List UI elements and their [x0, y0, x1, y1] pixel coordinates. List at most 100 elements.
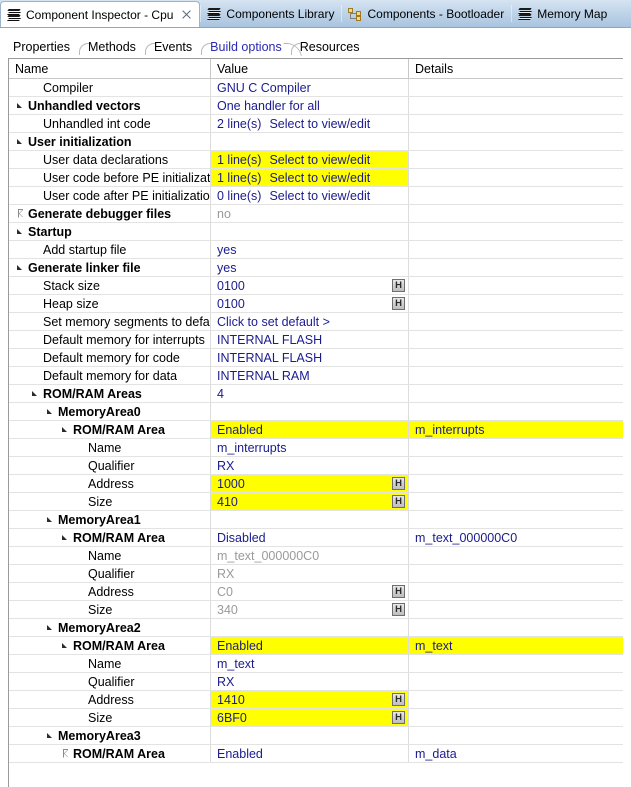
tree-row-value-cell[interactable]: m_text — [211, 655, 409, 672]
tree-row-name-cell[interactable]: Default memory for code — [9, 349, 211, 366]
hex-format-button[interactable]: H — [392, 711, 405, 724]
tree-row-name-cell[interactable]: Address — [9, 475, 211, 492]
tree-row-value-cell[interactable]: 1 line(s) Select to view/edit — [211, 169, 409, 186]
expand-arrow-open-icon[interactable] — [60, 637, 73, 654]
tree-row-name-cell[interactable]: Default memory for data — [9, 367, 211, 384]
expand-arrow-open-icon[interactable] — [15, 97, 28, 114]
tree-row[interactable]: Name m_interrupts — [9, 439, 623, 457]
expand-arrow-open-icon[interactable] — [45, 727, 58, 744]
tree-row[interactable]: ROM/RAM Area Enabled m_text — [9, 637, 623, 655]
tree-row[interactable]: Qualifier RX — [9, 457, 623, 475]
tree-row-name-cell[interactable]: Name — [9, 547, 211, 564]
tree-row-value-cell[interactable]: m_interrupts — [211, 439, 409, 456]
column-header-name[interactable]: Name — [9, 59, 211, 78]
expand-arrow-open-icon[interactable] — [30, 385, 43, 402]
tree-row-value-cell[interactable] — [211, 619, 409, 636]
tree-row-name-cell[interactable]: MemoryArea2 — [9, 619, 211, 636]
tree-row-name-cell[interactable]: Generate linker file — [9, 259, 211, 276]
hex-format-button[interactable]: H — [392, 495, 405, 508]
tree-row-value-cell[interactable]: INTERNAL FLASH — [211, 331, 409, 348]
tree-row-name-cell[interactable]: Compiler — [9, 79, 211, 96]
tree-row-value-cell[interactable]: Enabled — [211, 421, 409, 438]
tree-row[interactable]: Name m_text_000000C0 — [9, 547, 623, 565]
tree-row[interactable]: User code after PE initializatio 0 line(s… — [9, 187, 623, 205]
tree-row-name-cell[interactable]: ROM/RAM Area — [9, 529, 211, 546]
tree-row-value-cell[interactable] — [211, 403, 409, 420]
tree-row-name-cell[interactable]: Address — [9, 691, 211, 708]
expand-arrow-open-icon[interactable] — [15, 133, 28, 150]
tree-row-name-cell[interactable]: Heap size — [9, 295, 211, 312]
tree-row-name-cell[interactable]: ROM/RAM Area — [9, 637, 211, 654]
tree-row-value-cell[interactable]: 6BF0 H — [211, 709, 409, 726]
tree-row-value-cell[interactable]: 1 line(s) Select to view/edit — [211, 151, 409, 168]
expand-arrow-open-icon[interactable] — [15, 259, 28, 276]
column-header-value[interactable]: Value — [211, 59, 409, 78]
tree-row-name-cell[interactable]: User code after PE initializatio — [9, 187, 211, 204]
expand-arrow-closed-icon[interactable] — [15, 205, 28, 222]
editor-tab-memory-map[interactable]: Memory Map — [512, 0, 614, 27]
hex-format-button[interactable]: H — [392, 477, 405, 490]
expand-arrow-open-icon[interactable] — [45, 619, 58, 636]
tree-row[interactable]: Unhandled int code 2 line(s) Select to vie… — [9, 115, 623, 133]
tree-row-value-cell[interactable]: C0 H — [211, 583, 409, 600]
tree-row-name-cell[interactable]: Default memory for interrupts — [9, 331, 211, 348]
tree-row-name-cell[interactable]: Startup — [9, 223, 211, 240]
tree-row-value-cell[interactable]: RX — [211, 565, 409, 582]
hex-format-button[interactable]: H — [392, 603, 405, 616]
tree-row[interactable]: Add startup file yes — [9, 241, 623, 259]
tree-row[interactable]: MemoryArea3 — [9, 727, 623, 745]
hex-format-button[interactable]: H — [392, 279, 405, 292]
tree-row-name-cell[interactable]: ROM/RAM Areas — [9, 385, 211, 402]
tree-row-name-cell[interactable]: ROM/RAM Area — [9, 745, 211, 762]
select-to-view-edit-link[interactable]: Select to view/edit — [269, 171, 370, 185]
tree-row[interactable]: Address 1000 H — [9, 475, 623, 493]
tree-row-name-cell[interactable]: MemoryArea1 — [9, 511, 211, 528]
expand-arrow-open-icon[interactable] — [60, 421, 73, 438]
tree-row-name-cell[interactable]: Qualifier — [9, 565, 211, 582]
tree-row[interactable]: Address C0 H — [9, 583, 623, 601]
tree-row-value-cell[interactable]: Disabled — [211, 529, 409, 546]
expand-arrow-open-icon[interactable] — [45, 511, 58, 528]
tree-row-value-cell[interactable] — [211, 133, 409, 150]
tree-row-value-cell[interactable]: Enabled — [211, 637, 409, 654]
tree-row-name-cell[interactable]: MemoryArea0 — [9, 403, 211, 420]
tree-row-value-cell[interactable]: 0100 H — [211, 277, 409, 294]
expand-arrow-open-icon[interactable] — [45, 403, 58, 420]
tree-row[interactable]: Stack size 0100 H — [9, 277, 623, 295]
tree-row-name-cell[interactable]: Qualifier — [9, 673, 211, 690]
tree-row[interactable]: Compiler GNU C Compiler — [9, 79, 623, 97]
tree-row-value-cell[interactable]: RX — [211, 457, 409, 474]
tree-row-value-cell[interactable]: INTERNAL RAM — [211, 367, 409, 384]
tree-row[interactable]: Generate linker file yes — [9, 259, 623, 277]
tree-row-value-cell[interactable]: 1410 H — [211, 691, 409, 708]
close-icon[interactable] — [181, 9, 192, 20]
tree-row[interactable]: ROM/RAM Area Enabled m_interrupts — [9, 421, 623, 439]
tree-row[interactable]: User code before PE initializat 1 line(s)… — [9, 169, 623, 187]
tree-row-name-cell[interactable]: Unhandled int code — [9, 115, 211, 132]
tree-row[interactable]: Size 340 H — [9, 601, 623, 619]
tree-row[interactable]: Qualifier RX — [9, 565, 623, 583]
select-to-view-edit-link[interactable]: Select to view/edit — [269, 189, 370, 203]
expand-arrow-closed-icon[interactable] — [60, 745, 73, 762]
tree-row-value-cell[interactable]: 0100 H — [211, 295, 409, 312]
tree-row-name-cell[interactable]: User initialization — [9, 133, 211, 150]
tree-row-name-cell[interactable]: Qualifier — [9, 457, 211, 474]
tree-row-value-cell[interactable] — [211, 511, 409, 528]
tab-properties[interactable]: Properties — [4, 40, 79, 59]
tree-row[interactable]: Default memory for interrupts INTERNAL FL… — [9, 331, 623, 349]
tree-row[interactable]: Generate debugger files no — [9, 205, 623, 223]
tree-row-value-cell[interactable]: yes — [211, 241, 409, 258]
tab-events[interactable]: Events — [144, 40, 201, 59]
tree-row[interactable]: ROM/RAM Areas 4 — [9, 385, 623, 403]
tree-row-name-cell[interactable]: User code before PE initializat — [9, 169, 211, 186]
tree-row[interactable]: Startup — [9, 223, 623, 241]
select-to-view-edit-link[interactable]: Select to view/edit — [269, 117, 370, 131]
tree-row[interactable]: Name m_text — [9, 655, 623, 673]
tree-row-name-cell[interactable]: Add startup file — [9, 241, 211, 258]
tree-row-name-cell[interactable]: Name — [9, 655, 211, 672]
tree-row-value-cell[interactable]: Enabled — [211, 745, 409, 762]
editor-tab-components-library[interactable]: Components Library — [201, 0, 341, 27]
select-to-view-edit-link[interactable]: Select to view/edit — [269, 153, 370, 167]
tree-row-name-cell[interactable]: Unhandled vectors — [9, 97, 211, 114]
tab-resources[interactable]: Resources — [290, 40, 369, 59]
